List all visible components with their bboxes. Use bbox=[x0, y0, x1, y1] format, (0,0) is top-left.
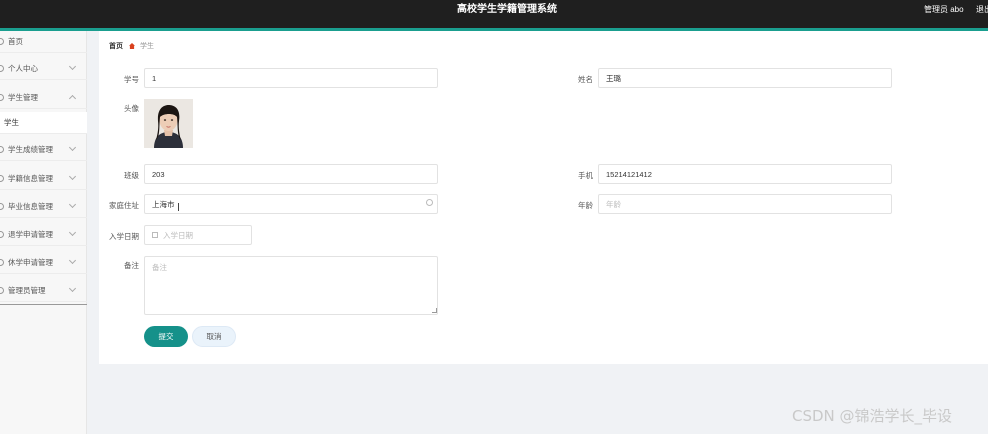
chevron-down-icon bbox=[68, 172, 77, 181]
enroll-date-label: 入学日期 bbox=[109, 232, 139, 241]
sidebar-item-label: 学籍信息管理 bbox=[8, 174, 53, 183]
student-id-label: 学号 bbox=[124, 75, 139, 84]
enroll-date-placeholder: 入学日期 bbox=[163, 230, 193, 240]
sidebar-item-label: 学生 bbox=[4, 118, 19, 127]
address-input[interactable]: 上海市 bbox=[144, 194, 438, 214]
sidebar-item-label: 休学申请管理 bbox=[8, 258, 53, 267]
sidebar-item-admin-management[interactable]: 管理员管理 bbox=[0, 280, 87, 302]
avatar-image[interactable] bbox=[144, 99, 193, 148]
class-input[interactable]: 203 bbox=[144, 164, 438, 184]
sidebar-item-personal-center[interactable]: 个人中心 bbox=[0, 58, 87, 80]
sidebar-item-label: 个人中心 bbox=[8, 64, 38, 73]
class-label: 班级 bbox=[124, 171, 139, 180]
breadcrumb: 首页 学生 bbox=[109, 41, 154, 51]
sidebar-item-label: 退学申请管理 bbox=[8, 230, 53, 239]
sidebar-item-label: 管理员管理 bbox=[8, 286, 46, 295]
sidebar-item-enrollment-info[interactable]: 学籍信息管理 bbox=[0, 168, 87, 190]
sidebar-item-grades[interactable]: 学生成绩管理 bbox=[0, 139, 87, 161]
age-label: 年龄 bbox=[578, 201, 593, 210]
chevron-up-icon bbox=[68, 94, 77, 103]
resize-handle-icon[interactable] bbox=[432, 308, 437, 313]
calendar-icon bbox=[152, 232, 158, 238]
breadcrumb-home[interactable]: 首页 bbox=[109, 41, 123, 51]
sidebar-item-student-management[interactable]: 学生管理 bbox=[0, 87, 87, 109]
address-label: 家庭住址 bbox=[109, 201, 139, 210]
clear-icon[interactable] bbox=[426, 199, 433, 206]
age-input[interactable]: 年龄 bbox=[598, 194, 892, 214]
sidebar: 首页 个人中心 学生管理 学生 学生成绩管理 学籍信息管理 毕业信息管理 退学申… bbox=[0, 31, 87, 434]
avatar-label: 头像 bbox=[124, 104, 139, 113]
chevron-down-icon bbox=[68, 62, 77, 71]
request-icon bbox=[0, 231, 4, 238]
remark-textarea[interactable]: 备注 bbox=[144, 256, 438, 315]
app-title: 高校学生学籍管理系统 bbox=[457, 4, 557, 15]
phone-input[interactable]: 15214121412 bbox=[598, 164, 892, 184]
sidebar-item-label: 学生管理 bbox=[8, 93, 38, 102]
student-id-input[interactable]: 1 bbox=[144, 68, 438, 88]
phone-label: 手机 bbox=[578, 171, 593, 180]
watermark: CSDN @锦浩学长_毕设 bbox=[792, 407, 953, 425]
students-icon bbox=[0, 94, 4, 101]
chevron-down-icon bbox=[68, 143, 77, 152]
chevron-down-icon bbox=[68, 284, 77, 293]
sidebar-item-home[interactable]: 首页 bbox=[0, 31, 87, 53]
user-icon bbox=[0, 65, 4, 72]
sidebar-item-label: 学生成绩管理 bbox=[8, 145, 53, 154]
home-icon bbox=[0, 38, 4, 45]
sidebar-item-graduation-info[interactable]: 毕业信息管理 bbox=[0, 196, 87, 218]
enroll-date-picker[interactable]: 入学日期 bbox=[144, 225, 252, 245]
logout-link[interactable]: 退出 bbox=[976, 4, 988, 15]
name-label: 姓名 bbox=[578, 75, 593, 84]
graduation-icon bbox=[0, 203, 4, 210]
document-icon bbox=[0, 175, 4, 182]
house-icon bbox=[129, 43, 135, 49]
grades-icon bbox=[0, 146, 4, 153]
chevron-down-icon bbox=[68, 228, 77, 237]
sidebar-divider bbox=[0, 304, 87, 305]
current-user: 管理员 abo bbox=[924, 5, 964, 14]
sidebar-item-dropout-requests[interactable]: 退学申请管理 bbox=[0, 224, 87, 246]
sidebar-item-leave-requests[interactable]: 休学申请管理 bbox=[0, 252, 87, 274]
remark-label: 备注 bbox=[124, 261, 139, 270]
chevron-down-icon bbox=[68, 200, 77, 209]
pause-icon bbox=[0, 259, 4, 266]
chevron-down-icon bbox=[68, 256, 77, 265]
admin-icon bbox=[0, 287, 4, 294]
breadcrumb-current: 学生 bbox=[140, 43, 154, 50]
submit-button[interactable]: 提交 bbox=[144, 326, 188, 347]
sidebar-subitem-students[interactable]: 学生 bbox=[0, 112, 87, 134]
sidebar-item-label: 首页 bbox=[8, 37, 23, 46]
sidebar-item-label: 毕业信息管理 bbox=[8, 202, 53, 211]
name-input[interactable]: 王璐 bbox=[598, 68, 892, 88]
text-cursor bbox=[178, 203, 179, 211]
cancel-button[interactable]: 取消 bbox=[192, 326, 236, 347]
